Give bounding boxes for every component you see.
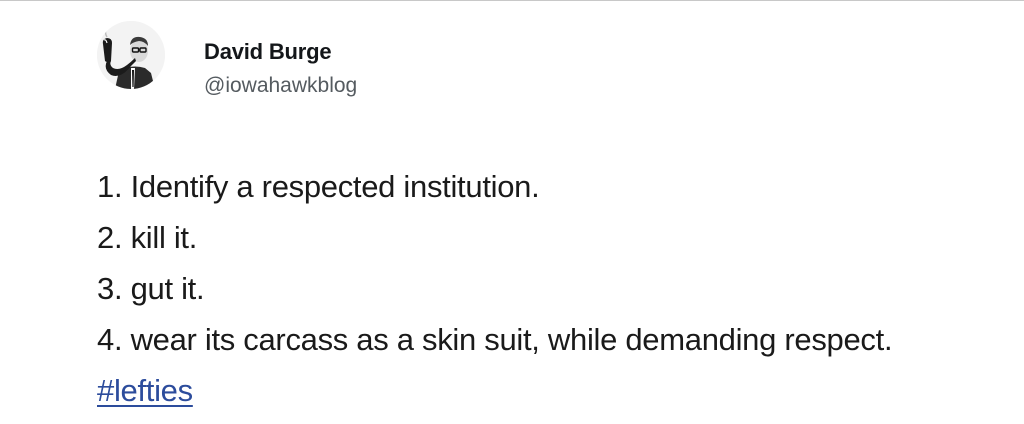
hashtag-line: #lefties	[97, 365, 1007, 416]
tweet-line-4: 4. wear its carcass as a skin suit, whil…	[97, 322, 893, 357]
tweet-line-1: 1. Identify a respected institution.	[97, 169, 540, 204]
avatar[interactable]	[97, 21, 165, 89]
tweet-card: David Burge @iowahawkblog 1. Identify a …	[0, 0, 1024, 424]
tweet-line-3: 3. gut it.	[97, 271, 205, 306]
profile-photo-icon	[97, 21, 165, 89]
tweet-text: 1. Identify a respected institution. 2. …	[97, 161, 1007, 416]
author-name[interactable]: David Burge	[204, 39, 332, 65]
author-handle[interactable]: @iowahawkblog	[204, 74, 357, 98]
tweet-line-2: 2. kill it.	[97, 220, 198, 255]
hashtag-link[interactable]: #lefties	[97, 373, 193, 408]
